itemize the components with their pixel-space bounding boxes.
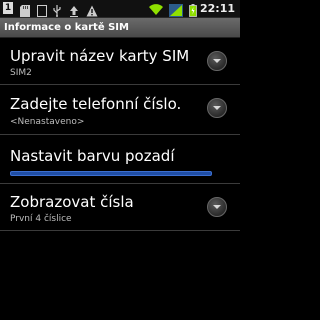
list-item-background-color[interactable]: Nastavit barvu pozadí <box>0 135 240 184</box>
wifi-icon <box>148 1 164 15</box>
item-summary: <Nenastaveno> <box>10 117 85 127</box>
notification-blank-icon <box>37 2 47 17</box>
warning-icon <box>86 2 98 17</box>
list-item-show-numbers[interactable]: Zobrazovat čísla První 4 číslice <box>0 184 240 231</box>
usb-icon <box>52 2 62 17</box>
title-bar: Informace o kartě SIM <box>0 18 240 38</box>
chevron-down-icon <box>213 59 221 63</box>
battery-icon <box>189 2 197 17</box>
dropdown-button[interactable] <box>207 98 227 118</box>
dropdown-button[interactable] <box>207 197 227 217</box>
chevron-down-icon <box>213 106 221 110</box>
color-swatch-bar <box>10 171 212 176</box>
item-title: Zadejte telefonní číslo. <box>10 95 182 113</box>
upload-icon <box>69 2 79 17</box>
page-title: Informace o kartě SIM <box>4 22 129 33</box>
list-item-edit-sim-name[interactable]: Upravit název karty SIM SIM2 <box>0 38 240 85</box>
sd-card-icon <box>20 2 30 17</box>
status-clock: 22:11 <box>199 2 235 15</box>
item-summary: SIM2 <box>10 68 32 78</box>
status-bar: 1 22:11 <box>0 0 240 18</box>
item-title: Nastavit barvu pozadí <box>10 147 175 165</box>
signal-strength-icon <box>169 2 183 17</box>
chevron-down-icon <box>213 205 221 209</box>
list-item-phone-number[interactable]: Zadejte telefonní číslo. <Nenastaveno> <box>0 85 240 135</box>
dropdown-button[interactable] <box>207 51 227 71</box>
item-title: Zobrazovat čísla <box>10 193 134 211</box>
item-summary: První 4 číslice <box>10 214 72 224</box>
item-title: Upravit název karty SIM <box>10 47 190 65</box>
sim-card-icon: 1 <box>3 2 13 14</box>
